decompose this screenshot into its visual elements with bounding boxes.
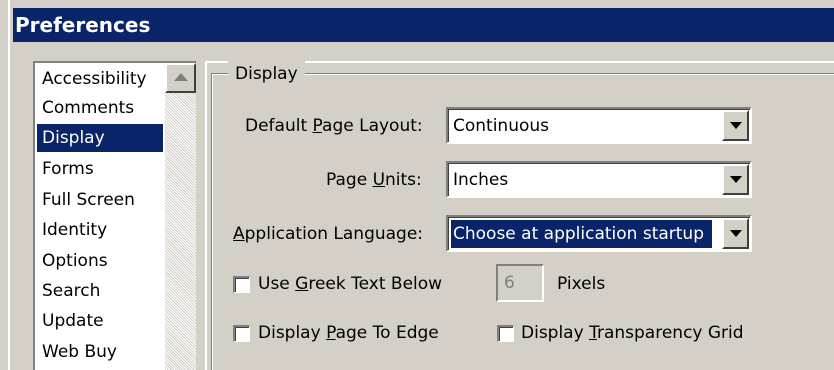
dialog-left-edge <box>8 0 10 370</box>
default-page-layout-value: Continuous <box>453 116 550 136</box>
triangle-down-icon <box>730 176 742 183</box>
default-page-layout-dropdown-button[interactable] <box>722 110 749 141</box>
scroll-up-button[interactable] <box>165 63 196 93</box>
category-item-full-screen[interactable]: Full Screen <box>39 186 138 214</box>
greek-text-label[interactable]: Use Greek Text Below <box>258 270 442 298</box>
preferences-dialog: Preferences Accessibility Comments Displ… <box>0 0 834 370</box>
application-language-label: Application Language: <box>233 224 424 244</box>
category-scrollbar[interactable] <box>165 63 196 370</box>
greek-text-pixels-field[interactable]: 6 <box>496 264 544 302</box>
triangle-up-icon <box>174 73 188 81</box>
category-item-web-buy[interactable]: Web Buy <box>39 338 120 366</box>
page-units-label: Page Units: <box>326 170 422 190</box>
page-units-dropdown-button[interactable] <box>722 164 749 195</box>
category-item-options[interactable]: Options <box>39 247 111 275</box>
greek-text-checkbox[interactable] <box>233 276 250 293</box>
window-title: Preferences <box>15 13 151 37</box>
category-item-identity[interactable]: Identity <box>39 216 110 244</box>
default-page-layout-select[interactable]: Continuous <box>446 107 752 144</box>
transparency-grid-checkbox[interactable] <box>497 325 514 342</box>
category-item-forms[interactable]: Forms <box>39 155 97 183</box>
page-to-edge-checkbox[interactable] <box>233 325 250 342</box>
category-item-search[interactable]: Search <box>39 277 103 305</box>
page-units-value: Inches <box>453 170 509 190</box>
category-item-display[interactable]: Display <box>37 124 163 152</box>
category-item-comments[interactable]: Comments <box>39 94 137 122</box>
application-language-value: Choose at application startup <box>451 220 712 248</box>
triangle-down-icon <box>730 230 742 237</box>
page-units-select[interactable]: Inches <box>446 161 752 198</box>
transparency-grid-label[interactable]: Display Transparency Grid <box>521 319 744 347</box>
category-item-accessibility[interactable]: Accessibility <box>39 65 150 93</box>
pixels-label: Pixels <box>557 274 606 294</box>
category-item-update[interactable]: Update <box>39 307 107 335</box>
display-group-title: Display <box>228 61 305 87</box>
page-to-edge-label[interactable]: Display Page To Edge <box>258 319 439 347</box>
application-language-select[interactable]: Choose at application startup <box>446 215 752 252</box>
default-page-layout-label: Default Page Layout: <box>245 116 423 136</box>
application-language-dropdown-button[interactable] <box>722 218 749 249</box>
triangle-down-icon <box>730 122 742 129</box>
title-bar[interactable]: Preferences <box>13 8 834 42</box>
